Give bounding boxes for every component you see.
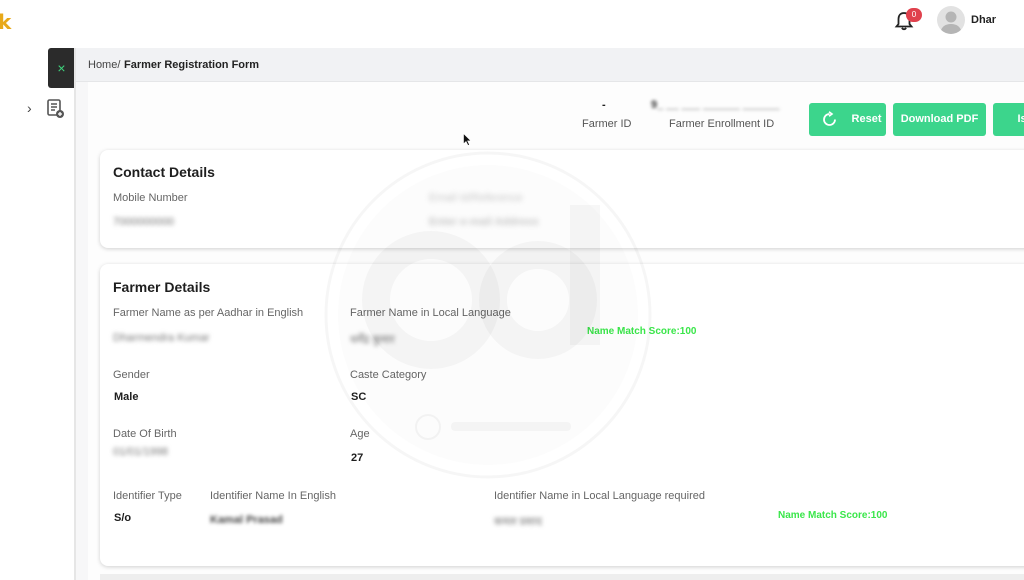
age-value: 27 <box>351 452 364 464</box>
identifier-name-english-value: Kamal Prasad <box>210 514 283 526</box>
notification-badge: 0 <box>906 8 922 22</box>
farmer-details-title: Farmer Details <box>113 279 211 295</box>
age-label: Age <box>350 428 370 440</box>
chevron-right-icon[interactable]: › <box>27 100 39 116</box>
refresh-icon <box>823 111 836 126</box>
top-bar: k 0 Dhar <box>0 0 1024 46</box>
farmer-enrollment-id-value: 9_ __ ___ ______ ______ <box>651 99 780 111</box>
user-avatar-icon <box>940 11 962 34</box>
breadcrumb: Home/ Farmer Registration Form <box>76 48 1024 82</box>
name-match-score: Name Match Score:100 <box>587 326 697 337</box>
mouse-cursor-icon <box>463 133 472 146</box>
date-of-birth-label: Date Of Birth <box>113 428 177 440</box>
user-name[interactable]: Dhar <box>971 14 996 26</box>
brand-logo[interactable]: k <box>0 10 11 34</box>
farmer-name-english-value: Dharmendra Kumar <box>113 332 210 344</box>
reset-button-label: Reset <box>851 113 882 125</box>
contact-details-title: Contact Details <box>113 164 215 180</box>
download-pdf-button[interactable]: Download PDF <box>893 103 986 136</box>
farmer-name-english-label: Farmer Name as per Aadhar in English <box>113 307 304 319</box>
farmer-name-local-value: धर्मेंद्र कुमार <box>350 334 395 346</box>
caste-category-label: Caste Category <box>350 369 427 381</box>
gender-label: Gender <box>113 369 150 381</box>
identifier-type-value: S/o <box>114 512 132 524</box>
caste-category-value: SC <box>351 391 367 403</box>
breadcrumb-current: Farmer Registration Form <box>124 59 260 71</box>
breadcrumb-home[interactable]: Home/ <box>88 59 120 71</box>
farmer-id-value: - <box>602 99 606 111</box>
identifier-name-local-value: कमल प्रसाद <box>494 516 542 528</box>
identifier-name-local-label: Identifier Name in Local Language requir… <box>494 490 705 502</box>
name-match-score: Name Match Score:100 <box>778 510 888 521</box>
farmer-name-local-label: Farmer Name in Local Language <box>350 307 511 319</box>
next-card-edge <box>100 574 1024 580</box>
reset-button[interactable]: Reset <box>809 103 886 136</box>
issue-button[interactable]: Issu <box>993 103 1024 136</box>
email-value: Enter e-mail Address <box>429 216 539 228</box>
farmer-details-card: Farmer Details Farmer Name as per Aadhar… <box>100 264 1024 566</box>
form-add-icon[interactable] <box>47 99 65 119</box>
gender-value: Male <box>114 391 139 403</box>
mobile-number-label: Mobile Number <box>113 192 188 204</box>
identifier-name-english-label: Identifier Name In English <box>210 490 336 502</box>
mobile-number-value: 7000000000 <box>113 216 175 228</box>
email-label: Email Id/Reference <box>429 192 523 204</box>
farmer-id-label: Farmer ID <box>582 118 632 130</box>
date-of-birth-value: 01/01/1998 <box>113 446 169 458</box>
avatar[interactable] <box>937 6 965 34</box>
contact-details-card: Contact Details Mobile Number 7000000000… <box>100 150 1024 248</box>
farmer-enrollment-id-label: Farmer Enrollment ID <box>669 118 775 130</box>
sidebar-close-button[interactable]: × <box>48 48 75 88</box>
identifier-type-label: Identifier Type <box>113 490 182 502</box>
